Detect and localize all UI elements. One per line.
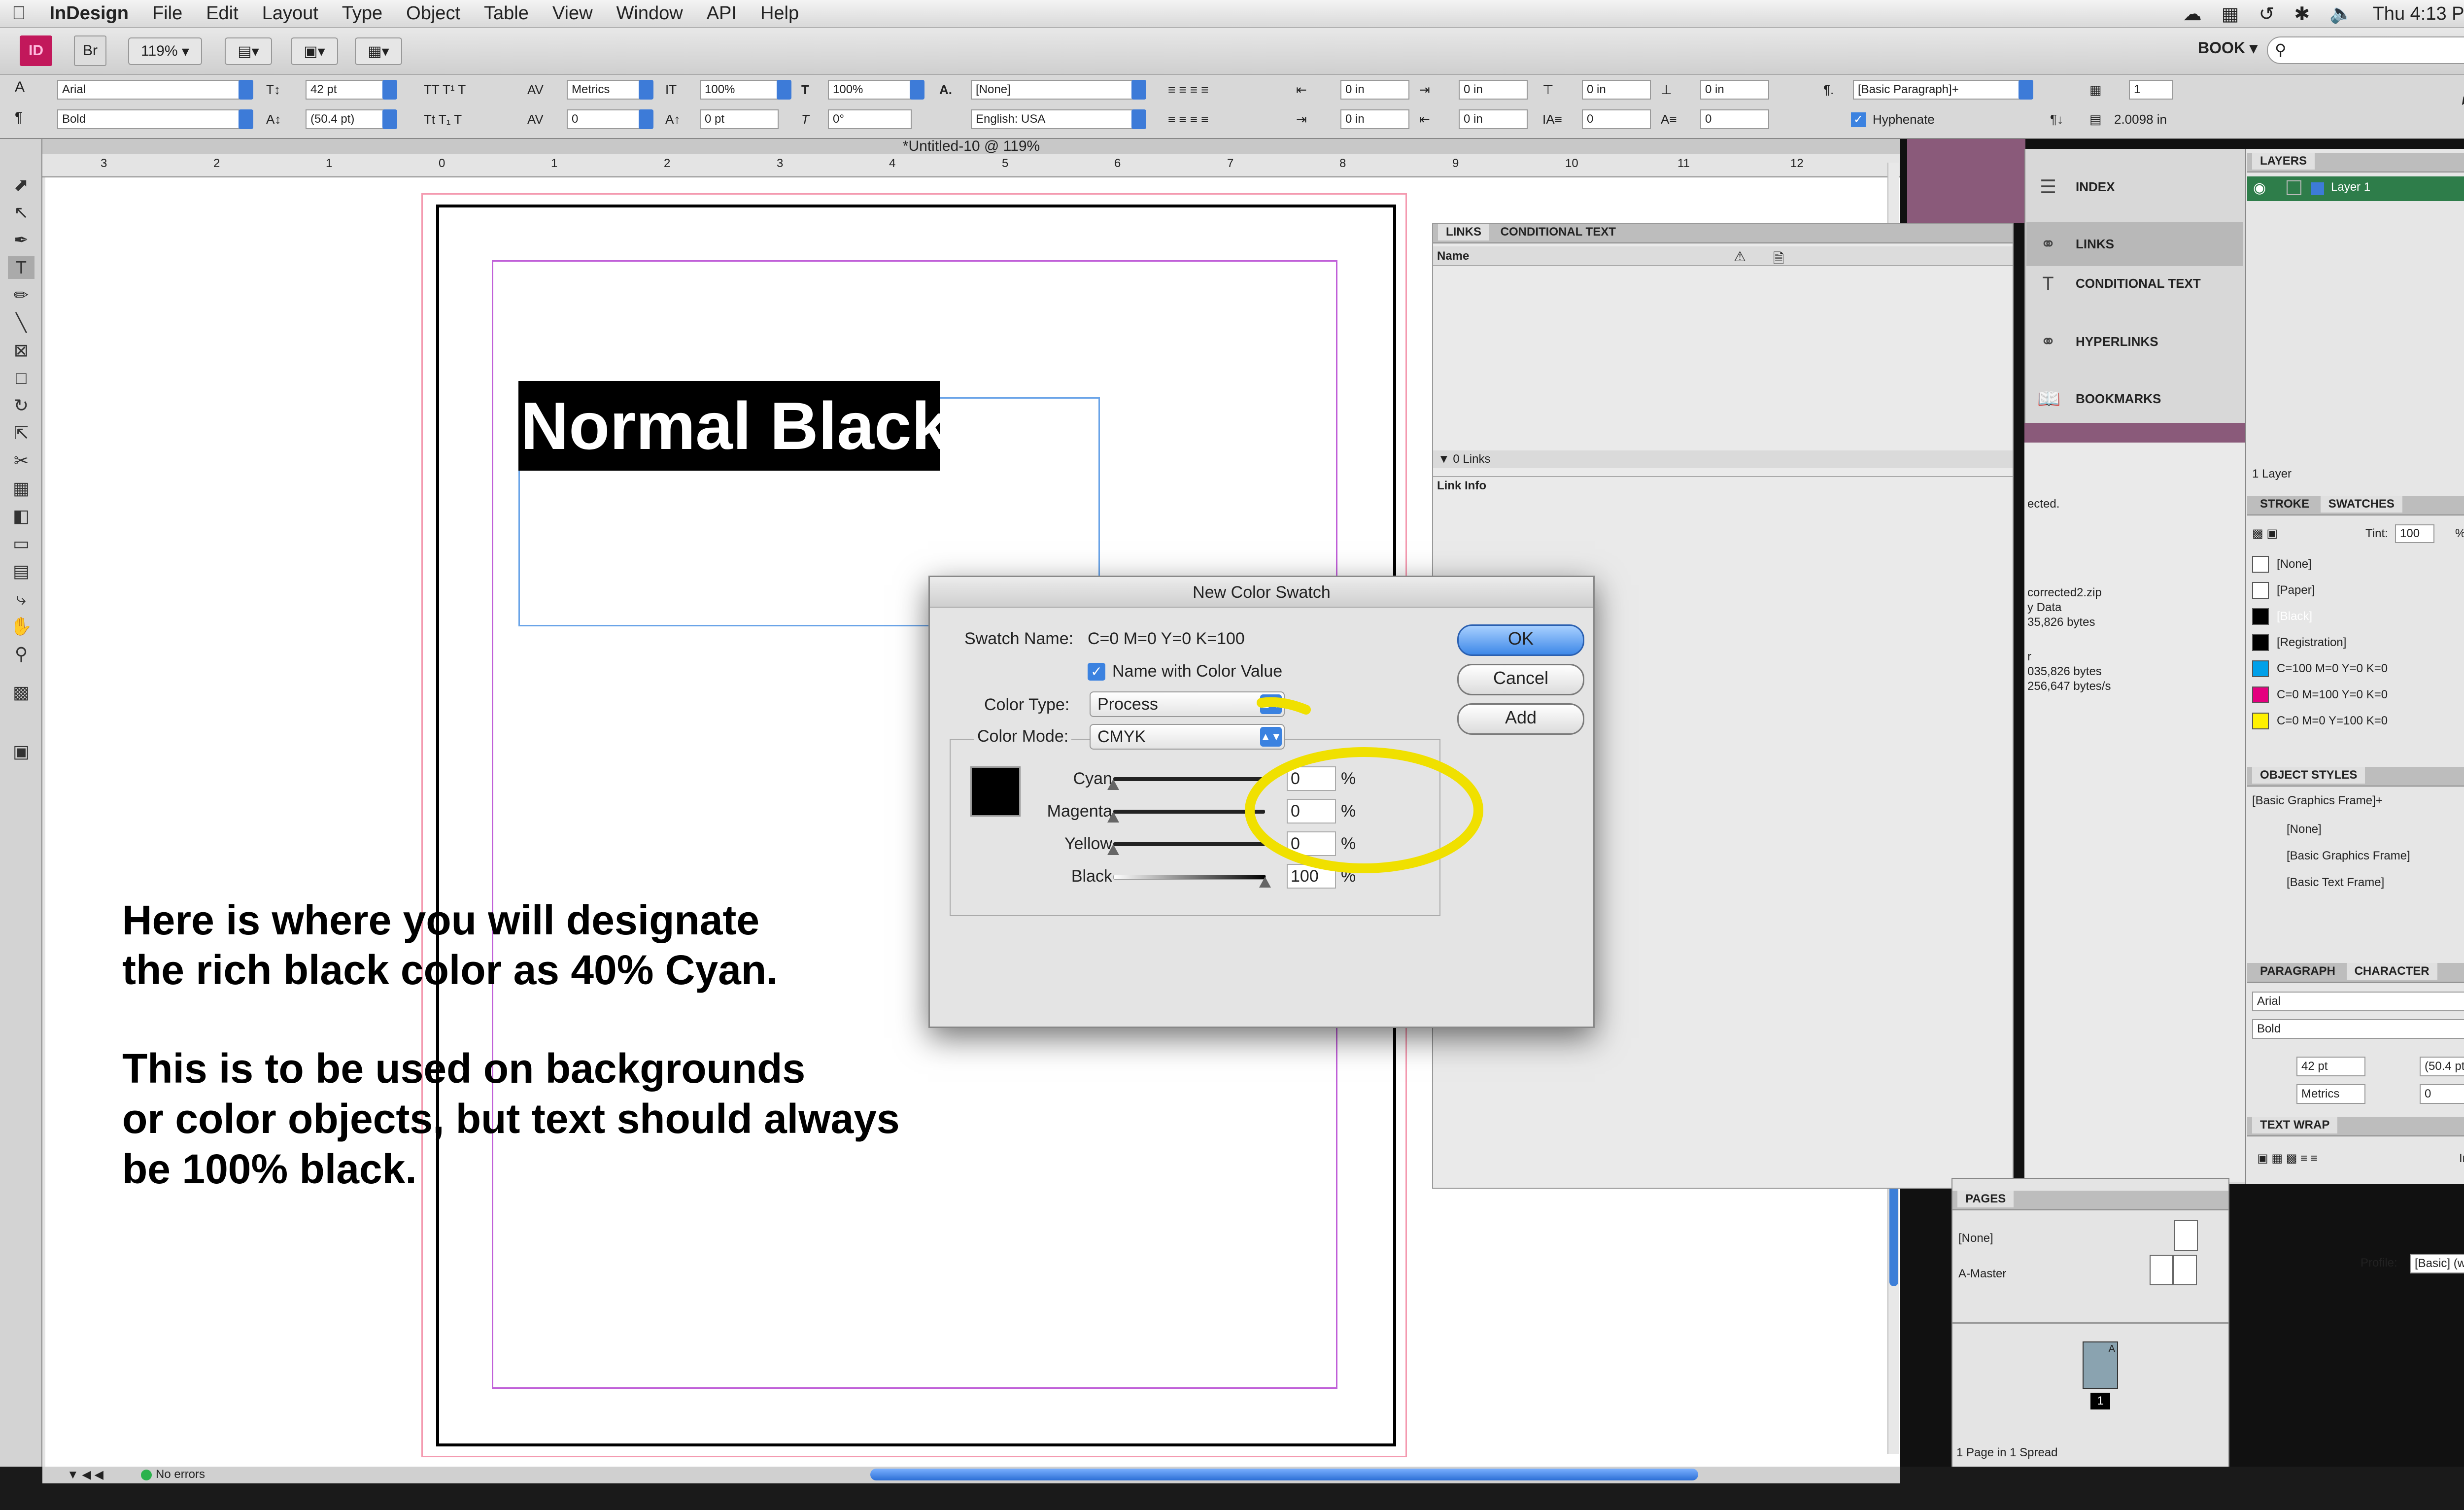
highlight-ellipse <box>1245 747 1483 873</box>
highlight-annotation <box>1245 697 1483 873</box>
highlight-tail <box>1257 697 1311 715</box>
